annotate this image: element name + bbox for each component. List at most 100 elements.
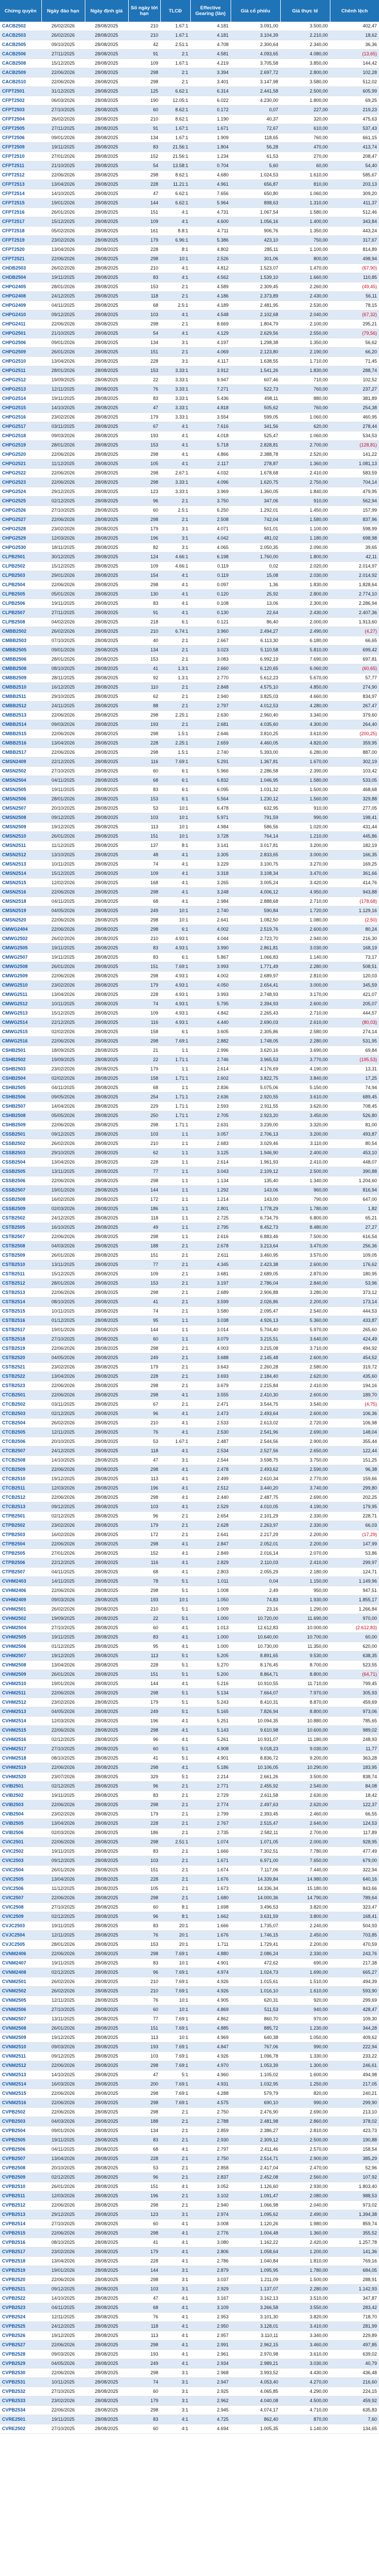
cell-effective-gearing: 2.659	[190, 738, 231, 748]
cell-valuation-date: 28/08/2025	[85, 2070, 128, 2080]
cell-market-price: 2.600,00	[280, 1260, 330, 1270]
cell-days-to-maturity: 210	[128, 1977, 160, 1987]
cell-conversion-ratio: 6.62:1	[160, 198, 190, 208]
table-row: CFPT2517 15/12/2025 28/08/2025 109 4:1 4.600 1…	[0, 217, 379, 227]
cell-conversion-ratio: 4:1	[160, 1493, 190, 1502]
table-row: CSHB2509 22/06/2026 28/08/2025 298 1.71:1 2.6…	[0, 1120, 379, 1130]
cell-valuation-date: 28/08/2025	[85, 962, 128, 972]
cell-warrant-code: CMBB2512	[0, 701, 41, 711]
cell-days-to-maturity: 298	[128, 2228, 160, 2238]
cell-market-price: 2.280,00	[280, 962, 330, 972]
cell-maturity-date: 19/11/2025	[41, 1791, 85, 1800]
cell-market-price: 3.460,00	[280, 2340, 330, 2350]
table-row: CHPG2517 03/11/2025 28/08/2025 67 4:1 7.616 34…	[0, 422, 379, 431]
cell-valuation-date: 28/08/2025	[85, 1744, 128, 1754]
table-row: CMBB2512 24/11/2025 28/08/2025 88 2:1 2.797 4.…	[0, 701, 379, 711]
cell-theoretical-price: 2.706,13	[231, 1129, 280, 1139]
cell-valuation-date: 28/08/2025	[85, 1493, 128, 1502]
cell-conversion-ratio: 3:1	[160, 2275, 190, 2285]
cell-maturity-date: 19/11/2025	[41, 1958, 85, 1968]
cell-warrant-code: CHDB2504	[0, 273, 41, 282]
cell-valuation-date: 28/08/2025	[85, 1558, 128, 1568]
cell-effective-gearing: 4.680	[190, 170, 231, 180]
cell-market-price: 750,00	[280, 235, 330, 245]
cell-days-to-maturity: 153	[128, 1940, 160, 1949]
cell-valuation-date: 28/08/2025	[85, 813, 128, 823]
table-row: CHPG2515 14/10/2025 28/08/2025 47 3.33:1 4.81…	[0, 403, 379, 413]
cell-effective-gearing: 4.018	[190, 431, 231, 441]
cell-valuation-date: 28/08/2025	[85, 589, 128, 599]
cell-difference: 838,74	[330, 1772, 379, 1782]
cell-conversion-ratio: 5:1	[160, 1604, 190, 1614]
cell-effective-gearing: 7.616	[190, 422, 231, 431]
cell-theoretical-price: 498,11	[231, 394, 280, 404]
cell-days-to-maturity: 179	[128, 235, 160, 245]
cell-maturity-date: 22/06/2026	[41, 1288, 85, 1298]
cell-effective-gearing: 4.847	[190, 2042, 231, 2052]
cell-effective-gearing: 5.386	[190, 235, 231, 245]
cell-market-price: 880,00	[280, 394, 330, 404]
cell-difference: 13,31	[330, 1064, 379, 1074]
cell-difference: 219,23	[330, 105, 379, 115]
cell-conversion-ratio: 2:1	[160, 1288, 190, 1298]
table-row: CSSB2506 22/06/2026 28/08/2025 298 1:1 1.134 1…	[0, 1176, 379, 1186]
cell-days-to-maturity: 83	[128, 142, 160, 152]
cell-valuation-date: 28/08/2025	[85, 1325, 128, 1335]
cell-theoretical-price: 2.786,04	[231, 1278, 280, 1288]
cell-effective-gearing: 2.770	[190, 673, 231, 683]
cell-difference: 2.286,94	[330, 599, 379, 608]
table-row: CVIC2505 13/04/2026 28/08/2025 228 2:1 1.676 1…	[0, 1874, 379, 1884]
cell-maturity-date: 27/10/2025	[41, 2219, 85, 2229]
cell-days-to-maturity: 113	[128, 1651, 160, 1661]
cell-theoretical-price: 1.523,07	[231, 263, 280, 273]
cell-conversion-ratio: 4:1	[160, 2349, 190, 2359]
cell-maturity-date: 27/10/2025	[41, 1902, 85, 1912]
cell-difference: 278,44	[330, 422, 379, 431]
cell-warrant-code: CVHM2517	[0, 1744, 41, 1754]
cell-effective-gearing: 1.050	[190, 1595, 231, 1605]
cell-valuation-date: 28/08/2025	[85, 673, 128, 683]
cell-maturity-date: 28/01/2026	[41, 654, 85, 664]
cell-effective-gearing: 2.774	[190, 1800, 231, 1810]
cell-conversion-ratio: 1.71:1	[160, 1055, 190, 1065]
cell-warrant-code: CSTB2517	[0, 1325, 41, 1335]
cell-conversion-ratio: 2:1	[160, 77, 190, 87]
cell-effective-gearing: 3.318	[190, 869, 231, 878]
cell-warrant-code: CFPT2520	[0, 245, 41, 255]
cell-maturity-date: 15/12/2025	[41, 58, 85, 68]
cell-market-price: 3.610,00	[280, 729, 330, 739]
cell-days-to-maturity: 105	[128, 1884, 160, 1894]
cell-theoretical-price: 10.094,35	[231, 1716, 280, 1726]
cell-conversion-ratio: 2:1	[160, 2200, 190, 2210]
table-row: CFPT2505 27/11/2025 28/08/2025 91 1.67:1 1.67…	[0, 124, 379, 133]
cell-conversion-ratio: 2:1	[160, 1521, 190, 1530]
cell-conversion-ratio: 8.62:1	[160, 170, 190, 180]
cell-effective-gearing: 4.926	[190, 1977, 231, 1987]
cell-conversion-ratio: 1:1	[160, 1139, 190, 1149]
cell-theoretical-price: 2.582,11	[231, 1828, 280, 1838]
cell-effective-gearing: 2.628	[190, 1521, 231, 1530]
table-row: CTCB2513 09/12/2025 28/08/2025 103 4:1 2.529 4…	[0, 1502, 379, 1512]
cell-maturity-date: 19/11/2025	[41, 943, 85, 953]
cell-difference: 381,89	[330, 394, 379, 404]
cell-effective-gearing: 3.052	[190, 2182, 231, 2192]
cell-conversion-ratio: 7.69:1	[160, 757, 190, 767]
cell-warrant-code: CHPG2408	[0, 291, 41, 301]
cell-warrant-code: CHPG2529	[0, 533, 41, 543]
cell-difference: 498,94	[330, 254, 379, 264]
table-row: CTPB2507 04/11/2025 28/08/2025 68 4:1 2.803 2.…	[0, 1567, 379, 1577]
cell-valuation-date: 28/08/2025	[85, 319, 128, 329]
cell-maturity-date: 22/06/2026	[41, 1586, 85, 1596]
table-row: CMSN2506 28/01/2026 28/08/2025 153 6:1 5.564 1…	[0, 794, 379, 804]
cell-conversion-ratio: 1.67:1	[160, 1437, 190, 1447]
cell-market-price: 2.540,00	[280, 1781, 330, 1791]
table-row: CVNM2513 14/10/2025 28/08/2025 47 5:1 4.960 1.…	[0, 2070, 379, 2080]
cell-warrant-code: CVHM2506	[0, 1642, 41, 1651]
cell-days-to-maturity: 228	[128, 180, 160, 189]
cell-valuation-date: 28/08/2025	[85, 2145, 128, 2154]
cell-valuation-date: 28/08/2025	[85, 1390, 128, 1400]
cell-market-price: 1.100,00	[280, 245, 330, 255]
cell-difference: 147,99	[330, 1539, 379, 1549]
cell-maturity-date: 15/12/2025	[41, 561, 85, 571]
cell-conversion-ratio: 2.25:1	[160, 738, 190, 748]
